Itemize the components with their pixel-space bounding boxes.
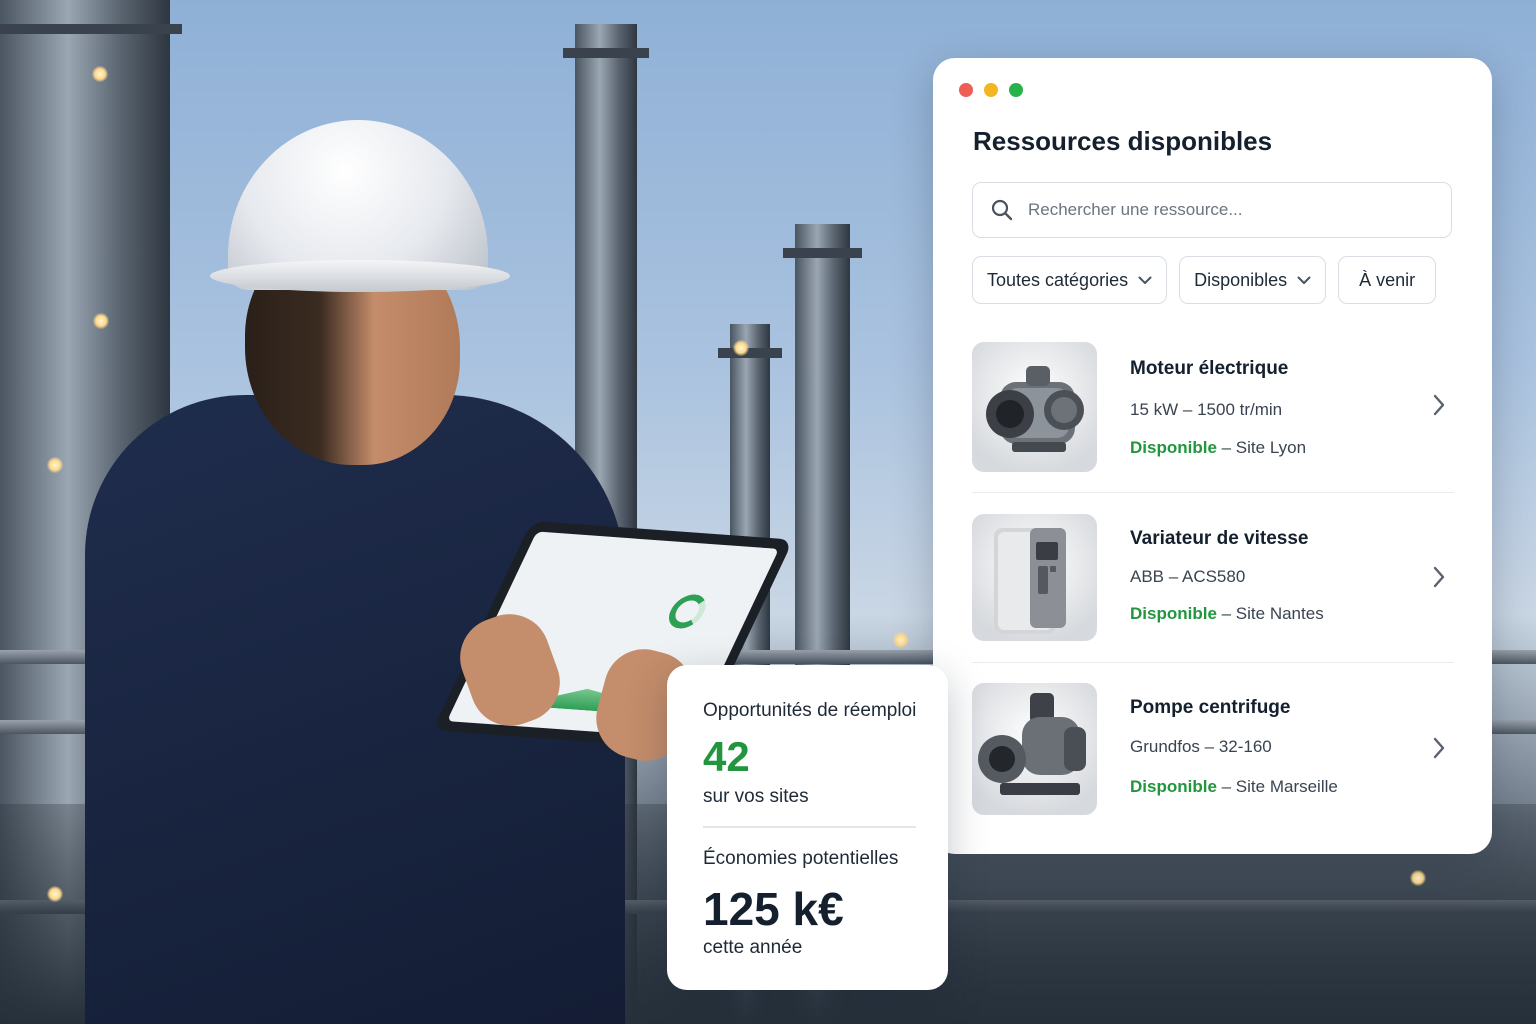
chevron-right-icon[interactable] <box>1428 392 1450 418</box>
resource-spec: 15 kW – 1500 tr/min <box>1130 400 1283 419</box>
resource-name: Pompe centrifuge <box>1130 697 1291 718</box>
availability-filter[interactable]: Disponibles <box>1179 256 1327 304</box>
chevron-right-icon[interactable] <box>1428 564 1450 590</box>
window-controls <box>959 83 1023 97</box>
category-filter[interactable]: Toutes catégories <box>972 256 1168 304</box>
lamp <box>47 457 63 473</box>
upcoming-filter-label: À venir <box>1359 269 1416 290</box>
close-dot[interactable] <box>959 83 973 97</box>
resource-status: Disponible – Site Nantes <box>1130 604 1324 624</box>
maximize-dot[interactable] <box>1009 83 1023 97</box>
potential-savings-subtitle: cette année <box>703 937 803 958</box>
availability-status: Disponible <box>1130 438 1217 457</box>
resource-location: – Site Nantes <box>1216 604 1324 623</box>
minimize-dot[interactable] <box>984 83 998 97</box>
resource-name: Moteur électrique <box>1130 358 1289 379</box>
resource-name: Variateur de vitesse <box>1130 528 1309 549</box>
resource-item[interactable]: Pompe centrifuge Grundfos – 32-160 Dispo… <box>972 683 1454 823</box>
divider <box>703 826 916 828</box>
hard-hat <box>210 120 510 310</box>
resource-item[interactable]: Variateur de vitesse ABB – ACS580 Dispon… <box>972 514 1454 663</box>
resource-spec: Grundfos – 32-160 <box>1130 737 1272 756</box>
availability-filter-label: Disponibles <box>1194 269 1288 290</box>
lamp <box>47 886 63 902</box>
lamp <box>1410 870 1426 886</box>
search-input[interactable] <box>1026 199 1430 221</box>
potential-savings-label: Économies potentielles <box>703 848 899 869</box>
resources-panel: Ressources disponibles Toutes catégories… <box>933 58 1492 854</box>
search-icon <box>991 199 1013 221</box>
centrifugal-pump-image <box>972 683 1097 815</box>
resource-spec: ABB – ACS580 <box>1130 567 1246 586</box>
chevron-down-icon <box>1297 276 1311 284</box>
panel-title: Ressources disponibles <box>973 126 1273 156</box>
chevron-down-icon <box>1138 276 1152 284</box>
search-box[interactable] <box>972 182 1452 238</box>
resource-location: – Site Lyon <box>1216 438 1307 457</box>
resource-status: Disponible – Site Marseille <box>1130 777 1338 797</box>
category-filter-label: Toutes catégories <box>987 269 1129 290</box>
lamp <box>93 313 109 329</box>
resource-status: Disponible – Site Lyon <box>1130 438 1306 458</box>
electric-motor-image <box>972 342 1097 472</box>
variable-speed-drive-image <box>972 514 1097 641</box>
filter-bar: Toutes catégories Disponibles À venir <box>972 256 1437 304</box>
stats-card: Opportunités de réemploi 42 sur vos site… <box>667 665 948 990</box>
reuse-opportunities-subtitle: sur vos sites <box>703 786 809 807</box>
lamp <box>733 340 749 356</box>
availability-status: Disponible <box>1130 777 1217 796</box>
availability-status: Disponible <box>1130 604 1217 623</box>
upcoming-filter[interactable]: À venir <box>1338 256 1437 304</box>
chevron-right-icon[interactable] <box>1428 735 1450 761</box>
potential-savings-value: 125 k€ <box>703 883 844 935</box>
reuse-opportunities-value: 42 <box>703 733 750 780</box>
reuse-opportunities-label: Opportunités de réemploi <box>703 700 917 721</box>
resource-item[interactable]: Moteur électrique 15 kW – 1500 tr/min Di… <box>972 342 1454 493</box>
lamp <box>92 66 108 82</box>
resource-location: – Site Marseille <box>1216 777 1338 796</box>
lamp <box>893 632 909 648</box>
